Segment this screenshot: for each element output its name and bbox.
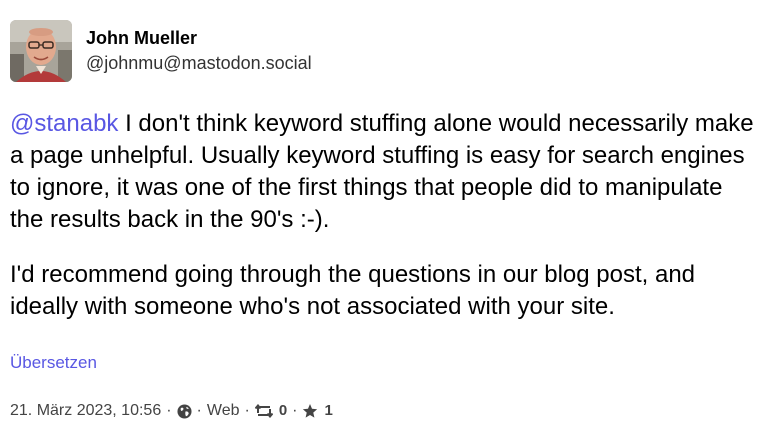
- separator: ·: [292, 402, 298, 419]
- avatar[interactable]: [10, 20, 72, 82]
- boost-icon: [254, 404, 273, 418]
- post-paragraph-2: I'd recommend going through the question…: [10, 261, 696, 320]
- favourite-count[interactable]: 1: [302, 400, 333, 422]
- globe-icon: [177, 403, 192, 419]
- avatar-image: [10, 20, 72, 82]
- author-handle[interactable]: @johnmu@mastodon.social: [86, 50, 312, 76]
- boost-count[interactable]: 0: [254, 400, 288, 422]
- mention-link[interactable]: @stanabk: [10, 110, 118, 137]
- post-meta: 21. März 2023, 10:56 · · Web · 0 · 1: [10, 400, 333, 422]
- separator: ·: [196, 402, 202, 419]
- status-post: John Mueller @johnmu@mastodon.social @st…: [0, 0, 765, 440]
- favourite-count-value: 1: [324, 402, 333, 419]
- author-info[interactable]: John Mueller @johnmu@mastodon.social: [10, 20, 312, 82]
- timestamp[interactable]: 21. März 2023, 10:56: [10, 400, 161, 422]
- post-content: @stanabk I don't think keyword stuffing …: [10, 108, 755, 346]
- boost-count-value: 0: [278, 402, 288, 419]
- star-icon: [302, 403, 318, 419]
- translate-link[interactable]: Übersetzen: [10, 352, 97, 374]
- client-name: Web: [206, 402, 240, 419]
- separator: ·: [166, 402, 172, 419]
- post-paragraph-1: @stanabk I don't think keyword stuffing …: [10, 108, 755, 236]
- separator: ·: [244, 402, 250, 419]
- author-names: John Mueller @johnmu@mastodon.social: [86, 26, 312, 76]
- post-paragraph-1-text: I don't think keyword stuffing alone wou…: [10, 110, 754, 233]
- author-display-name[interactable]: John Mueller: [86, 26, 312, 50]
